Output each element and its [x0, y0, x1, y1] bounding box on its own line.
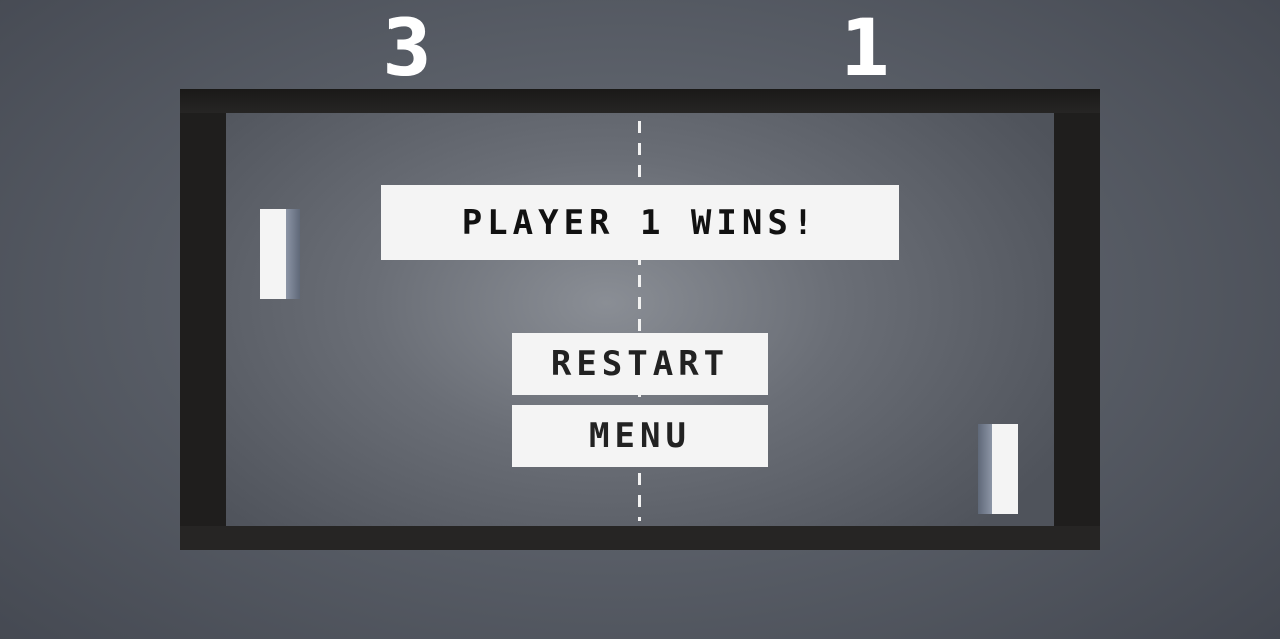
- restart-button[interactable]: RESTART: [512, 333, 768, 395]
- right-paddle-face: [992, 424, 1018, 514]
- menu-button-label: MENU: [589, 416, 691, 456]
- player-2-score: 1: [840, 4, 888, 94]
- arena-frame-bottom: [180, 526, 1100, 550]
- restart-button-label: RESTART: [550, 344, 730, 384]
- menu-button[interactable]: MENU: [512, 405, 768, 467]
- left-paddle: [260, 209, 300, 299]
- right-paddle-side: [978, 424, 992, 514]
- winner-banner: PLAYER 1 WINS!: [381, 185, 899, 260]
- player-1-score: 3: [382, 4, 430, 94]
- left-paddle-side: [286, 209, 300, 299]
- arena-frame-top: [180, 89, 1100, 113]
- right-paddle: [978, 424, 1018, 514]
- winner-text: PLAYER 1 WINS!: [461, 202, 819, 243]
- left-paddle-face: [260, 209, 286, 299]
